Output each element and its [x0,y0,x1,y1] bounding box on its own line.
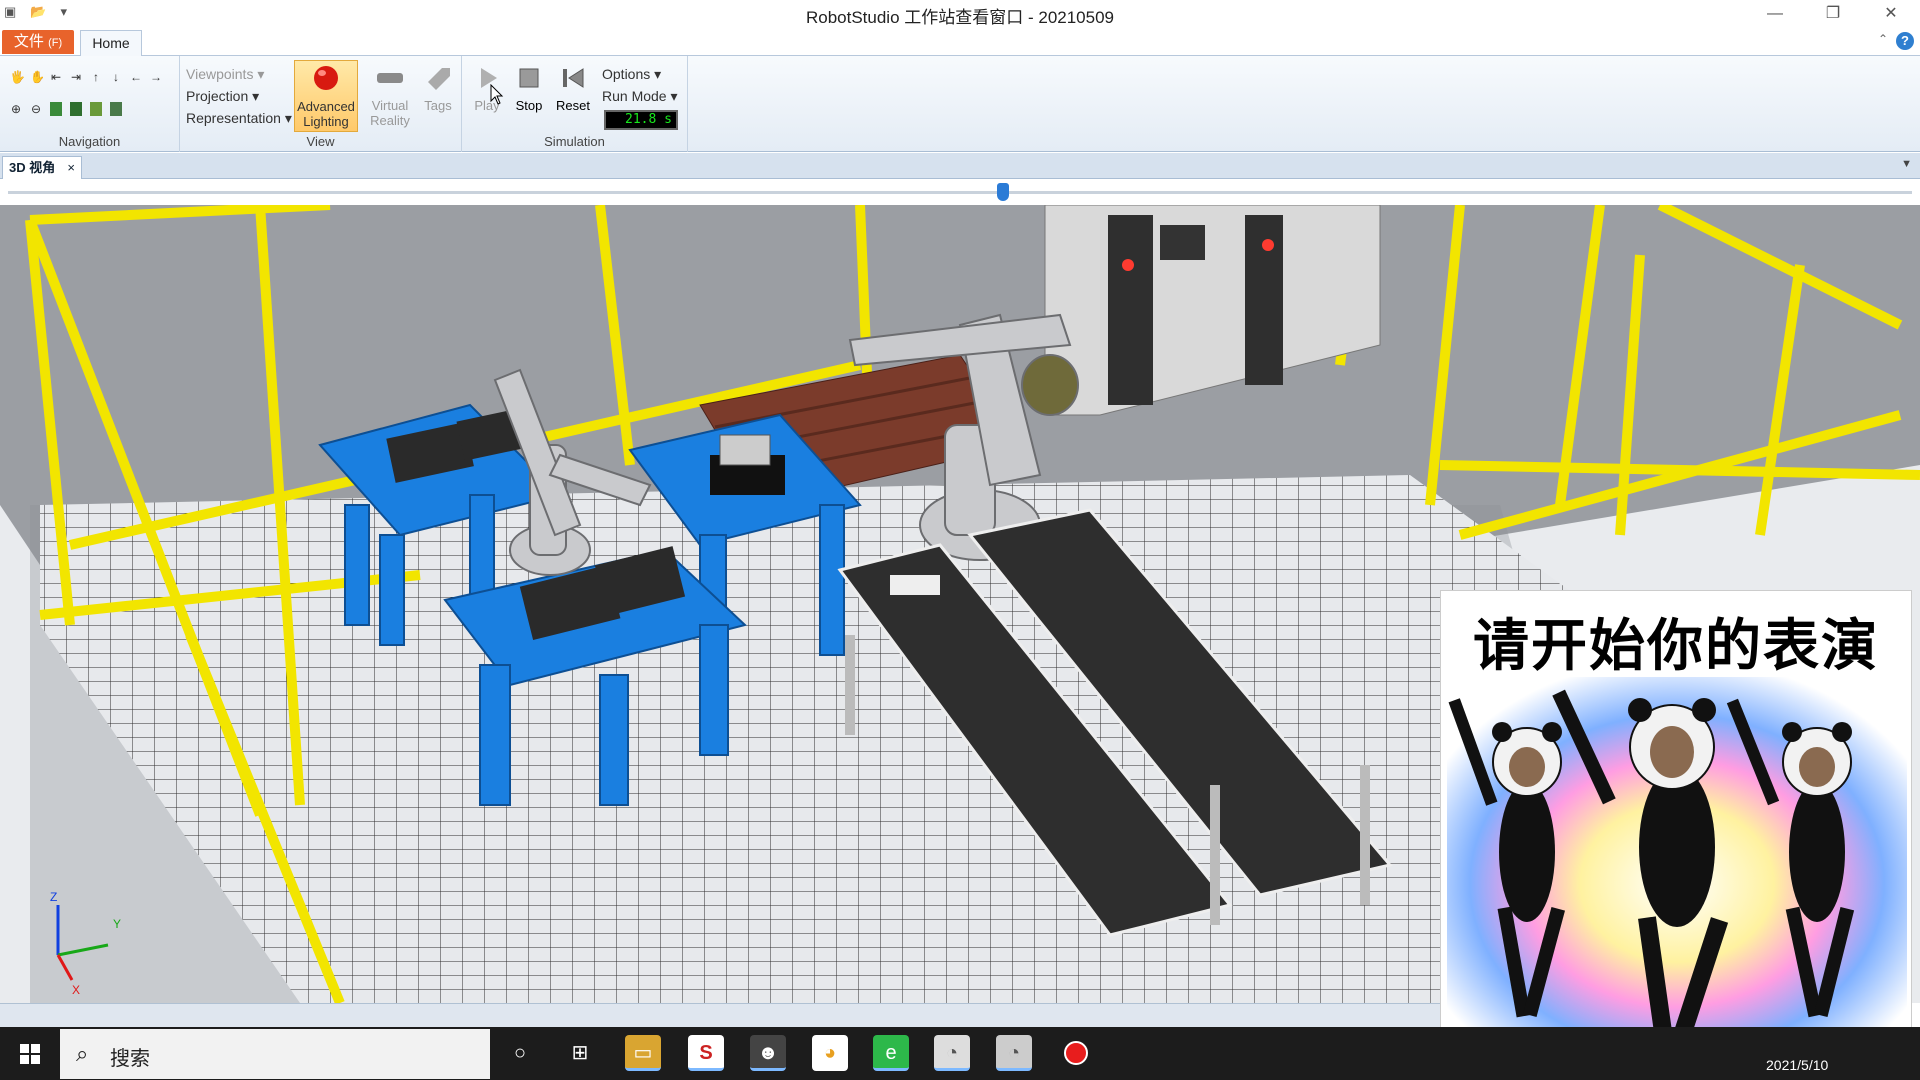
tags-button[interactable]: Tags [416,60,460,132]
tab-home[interactable]: Home [80,30,142,57]
timeline-thumb[interactable] [997,183,1009,201]
title-bar: ▣ 📂 ▾ RobotStudio 工作站查看窗口 - 20210509 — ❐… [0,0,1920,28]
axis-y-label: Y [113,917,122,931]
dancing-panda-figures-image [1447,677,1907,1052]
robotstudio-icon-2[interactable]: ◔ [934,1035,970,1071]
representation-menu[interactable]: Representation ▾ [186,110,292,127]
simulation-time-display: 21.8 s [604,110,678,130]
advanced-lighting-label-2: Lighting [303,114,349,129]
close-button[interactable]: ✕ [1862,0,1920,28]
taskbar-search-box[interactable]: ⌕ 搜索 [60,1029,490,1079]
pan-up-icon[interactable]: 🖐 [10,70,25,84]
zoom-in-icon[interactable]: ⊕ [10,102,22,116]
reset-button[interactable]: Reset [550,60,596,132]
taskbar-date: 2021/5/10 [1766,1057,1829,1073]
view-group-label: View [306,134,335,149]
window-controls: — ❐ ✕ [1746,0,1920,28]
record-icon[interactable] [1058,1035,1094,1071]
meme-overlay: 请开始你的表演 [1440,590,1912,1060]
tag-icon [422,62,454,94]
viewpoints-menu[interactable]: Viewpoints ▾ [186,66,264,83]
stop-icon [513,62,545,94]
task-view-icon[interactable]: ⊞ [562,1035,598,1071]
stop-label: Stop [515,98,543,113]
rotate-left-icon[interactable]: ⇤ [50,70,62,84]
stop-button[interactable]: Stop [508,60,550,132]
navigation-group-label: Navigation [58,134,121,149]
timeline-track[interactable] [8,191,1912,194]
arrow-right-icon[interactable]: → [150,70,162,84]
mouse-cursor-icon [490,84,504,105]
simulation-timeline [0,179,1920,205]
vr-goggles-icon [374,62,406,94]
start-button[interactable] [0,1027,60,1080]
run-mode-menu[interactable]: Run Mode ▾ [602,88,678,105]
ribbon-tab-bar: 文件 (F) Home ⌃ ? [0,28,1920,57]
minimize-button[interactable]: — [1746,0,1804,28]
robotstudio-icon-3[interactable]: ◔ [996,1035,1032,1071]
zoom-out-icon[interactable]: ⊖ [30,102,42,116]
search-icon: ⌕ [76,1041,89,1066]
tab-list-dropdown-icon[interactable]: ▼ [1901,158,1912,170]
view-group: Viewpoints ▾ Projection ▾ Representation… [180,56,462,152]
document-tab-bar: 3D 视角 × ▼ [0,153,1920,179]
view-selection-icon[interactable] [70,102,82,116]
windows-logo-icon [20,1044,40,1064]
view-all-icon[interactable] [50,102,62,116]
projection-menu[interactable]: Projection ▾ [186,88,259,105]
arrow-up-icon[interactable]: ↑ [90,70,102,84]
robotstudio-icon-1[interactable]: ◕ [812,1035,848,1071]
options-menu[interactable]: Options ▾ [602,66,661,83]
pan-icon[interactable]: ✋ [30,70,45,84]
file-explorer-icon[interactable]: ▭ [625,1035,661,1071]
restore-button[interactable]: ❐ [1804,0,1862,28]
windows-taskbar: ⌕ 搜索 ○ ⊞ ▭ S ☻ ◕ e ◔ ◔ 2021/5/10 [0,1027,1920,1080]
tab-file-hotkey: (F) [48,37,63,49]
app-avatar-icon[interactable]: ☻ [750,1035,786,1071]
tags-label: Tags [424,98,452,113]
navigation-zoom-row: ⊕ ⊖ [10,102,122,116]
cortana-icon[interactable]: ○ [502,1035,538,1071]
tab-3d-view[interactable]: 3D 视角 × [2,156,82,179]
navigation-arrows-row: 🖐 ✋ ⇤ ⇥ ↑ ↓ ← → [10,70,162,84]
browser-icon[interactable]: e [873,1035,909,1071]
virtual-reality-label-1: Virtual [371,98,409,113]
close-tab-icon[interactable]: × [67,157,75,178]
status-bar [0,1003,1440,1027]
wps-app-icon[interactable]: S [688,1035,724,1071]
reset-icon [557,62,589,94]
advanced-lighting-button[interactable]: Advanced Lighting [294,60,358,132]
light-bulb-icon [310,63,342,95]
meme-caption: 请开始你的表演 [1473,614,1879,679]
advanced-lighting-label-1: Advanced [297,99,355,114]
arrow-left-icon[interactable]: ← [130,70,142,84]
view-home-icon[interactable] [90,102,102,116]
rotate-right-icon[interactable]: ⇥ [70,70,82,84]
ribbon: 🖐 ✋ ⇤ ⇥ ↑ ↓ ← → ⊕ ⊖ Navigation Viewpoint… [0,56,1920,152]
axis-x-label: X [72,983,81,997]
reset-label: Reset [556,98,590,113]
view-center-icon[interactable] [110,102,122,116]
app-window: { "window": { "title": "RobotStudio 工作站查… [0,0,1920,1080]
collapse-ribbon-icon[interactable]: ⌃ [1878,32,1888,46]
search-placeholder: 搜索 [110,1048,150,1070]
arrow-down-icon[interactable]: ↓ [110,70,122,84]
window-title: RobotStudio 工作站查看窗口 - 20210509 [805,8,1115,27]
virtual-reality-button[interactable]: Virtual Reality [358,60,422,132]
tab-3d-view-label: 3D 视角 [9,160,56,175]
tab-file[interactable]: 文件 (F) [2,30,74,54]
simulation-group-label: Simulation [544,134,605,149]
virtual-reality-label-2: Reality [370,113,410,128]
help-icon[interactable]: ? [1896,32,1914,50]
navigation-group: 🖐 ✋ ⇤ ⇥ ↑ ↓ ← → ⊕ ⊖ Navigation [0,56,180,152]
tab-file-label: 文件 [13,33,44,50]
axis-z-label: Z [50,890,58,904]
